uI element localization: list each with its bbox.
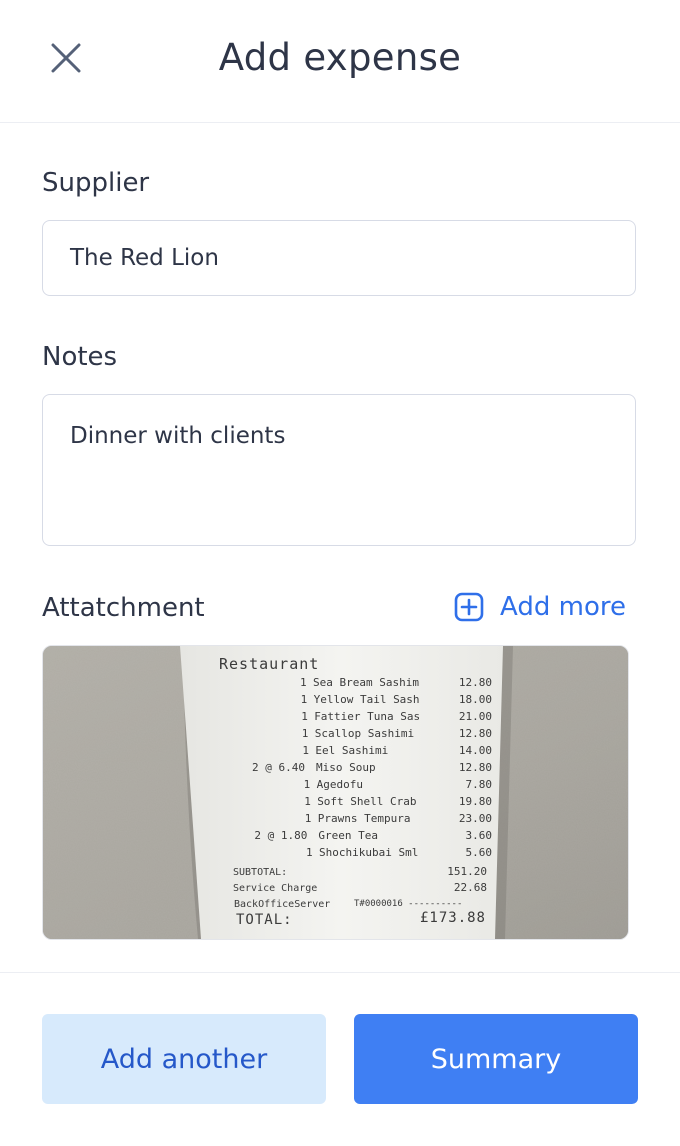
receipt-item-qty: 2 @ 6.40 xyxy=(252,761,305,774)
receipt-subtotal: 151.20 xyxy=(447,865,487,878)
receipt-item-price: 3.60 xyxy=(466,829,493,842)
receipt-item-price: 12.80 xyxy=(459,727,492,740)
receipt-item-qty: 1 xyxy=(301,693,308,706)
receipt-item-qty: 1 xyxy=(301,710,308,723)
receipt-item-price: 21.00 xyxy=(459,710,492,723)
receipt-service: 22.68 xyxy=(454,881,487,894)
receipt-item-price: 19.80 xyxy=(459,795,492,808)
receipt-item-price: 23.00 xyxy=(459,812,492,825)
receipt-item-qty: 1 xyxy=(302,727,309,740)
receipt-subtotal-label: SUBTOTAL: xyxy=(233,867,287,878)
add-another-button[interactable]: Add another xyxy=(42,1014,326,1104)
receipt-item-qty: 1 xyxy=(304,778,311,791)
receipt-item-name: Fattier Tuna Sas xyxy=(314,710,420,723)
receipt-item-price: 18.00 xyxy=(459,693,492,706)
receipt-item-name: Shochikubai Sml xyxy=(319,846,418,859)
receipt-item-price: 5.60 xyxy=(466,846,493,859)
receipt-item-name: Prawns Tempura xyxy=(318,812,411,825)
receipt-server-label: BackOfficeServer xyxy=(234,899,330,910)
receipt-heading: Restaurant xyxy=(219,655,319,673)
receipt-item-name: Yellow Tail Sash xyxy=(314,693,420,706)
receipt-item-name: Sea Bream Sashim xyxy=(313,676,419,689)
receipt-item-name: Miso Soup xyxy=(316,761,376,774)
footer-divider xyxy=(0,972,680,973)
receipt-item-price: 12.80 xyxy=(459,761,492,774)
add-more-label: Add more xyxy=(500,592,626,622)
receipt-item-qty: 1 xyxy=(300,676,307,689)
receipt-photo: Restaurant 1 Sea Bream Sashim 12.80 1 Yellow… xyxy=(43,646,628,939)
plus-square-icon xyxy=(454,592,484,622)
notes-label: Notes xyxy=(42,342,118,372)
receipt-item-qty: 1 xyxy=(304,795,311,808)
receipt-item-name: Agedofu xyxy=(317,778,363,791)
page-title: Add expense xyxy=(218,36,462,79)
receipt-total-label: TOTAL: xyxy=(236,912,293,928)
receipt-item-name: Soft Shell Crab xyxy=(317,795,416,808)
receipt-server-id: T#0000016 ---------- xyxy=(354,899,462,909)
summary-button[interactable]: Summary xyxy=(354,1014,638,1104)
receipt-item-price: 12.80 xyxy=(459,676,492,689)
receipt-item-price: 7.80 xyxy=(466,778,493,791)
receipt-item-name: Green Tea xyxy=(318,829,378,842)
receipt-item-qty: 2 @ 1.80 xyxy=(254,829,307,842)
receipt-service-label: Service Charge xyxy=(233,883,317,894)
receipt-item-name: Eel Sashimi xyxy=(315,744,388,757)
header-bar: Add expense xyxy=(0,0,680,123)
supplier-label: Supplier xyxy=(42,168,150,198)
receipt-item-qty: 1 xyxy=(306,846,313,859)
supplier-input[interactable]: The Red Lion xyxy=(42,220,636,296)
receipt-item-qty: 1 xyxy=(302,744,309,757)
attachment-label: Attatchment xyxy=(42,593,205,623)
receipt-item-price: 14.00 xyxy=(459,744,492,757)
notes-textarea[interactable]: Dinner with clients xyxy=(42,394,636,546)
receipt-attachment-image[interactable]: Restaurant 1 Sea Bream Sashim 12.80 1 Yellow… xyxy=(42,645,629,940)
receipt-item-qty: 1 xyxy=(305,812,312,825)
receipt-total: £173.88 xyxy=(420,910,486,926)
receipt-item-name: Scallop Sashimi xyxy=(315,727,414,740)
add-more-button[interactable]: Add more xyxy=(454,592,626,622)
